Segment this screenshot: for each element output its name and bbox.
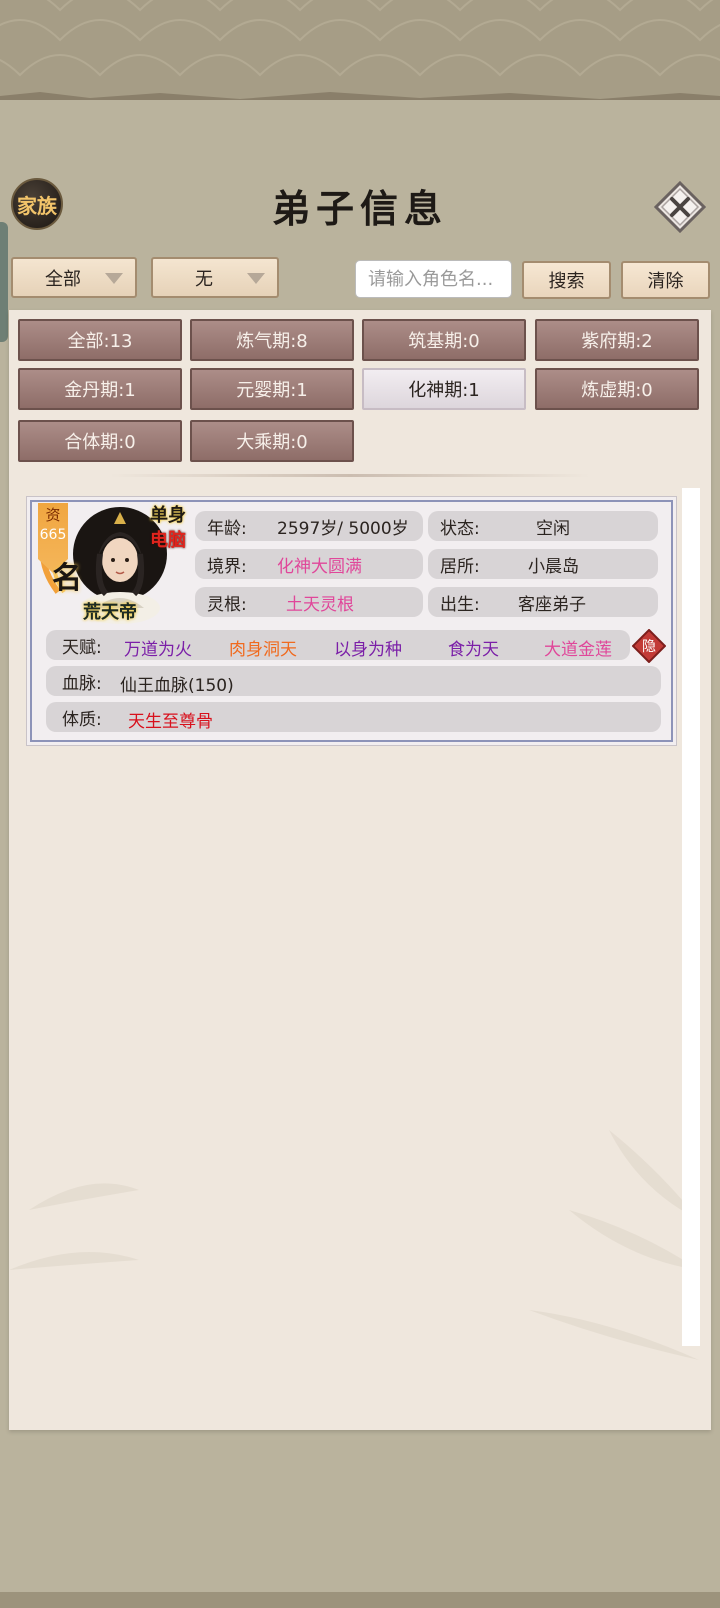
- realm-row: 境界: 化神大圆满: [195, 549, 423, 579]
- status-value: 空闲: [536, 518, 570, 539]
- page-title: 弟子信息: [271, 186, 448, 231]
- subcategory-dropdown[interactable]: 无: [151, 257, 279, 298]
- talent-label: 天赋:: [62, 637, 102, 658]
- residence-row: 居所: 小晨岛: [428, 549, 658, 579]
- tab-heti[interactable]: 合体期:0: [18, 420, 182, 462]
- talent-row: 天赋: 万道为火 肉身洞天 以身为种 食为天 大道金莲: [46, 630, 630, 660]
- status-row: 状态: 空闲: [428, 511, 658, 541]
- bloodline-row: 血脉: 仙王血脉(150): [46, 666, 661, 696]
- tab-zhuji[interactable]: 筑基期:0: [362, 319, 526, 361]
- physique-label: 体质:: [62, 709, 102, 730]
- clear-button[interactable]: 清除: [621, 261, 710, 299]
- age-row: 年龄: 2597岁/ 5000岁: [195, 511, 423, 541]
- tab-dacheng[interactable]: 大乘期:0: [190, 420, 354, 462]
- search-button[interactable]: 搜索: [522, 261, 611, 299]
- realm-value: 化神大圆满: [277, 556, 362, 577]
- close-icon: [653, 180, 707, 234]
- bamboo-watermark: [9, 1130, 699, 1360]
- tab-lianqi[interactable]: 炼气期:8: [190, 319, 354, 361]
- quality-label: 资: [45, 506, 61, 524]
- talent-item[interactable]: 以身为种: [334, 635, 402, 660]
- physique-value: 天生至尊骨: [128, 712, 213, 732]
- talent-item[interactable]: 万道为火: [124, 635, 192, 660]
- root-value: 土天灵根: [286, 594, 354, 615]
- pc-tag: 电脑: [150, 530, 186, 551]
- chevron-down-icon: [105, 273, 123, 284]
- tab-yuanying[interactable]: 元婴期:1: [190, 368, 354, 410]
- residence-value: 小晨岛: [528, 556, 579, 577]
- family-button[interactable]: 家族: [11, 178, 63, 230]
- disciple-panel: [9, 310, 711, 1430]
- fame-mark: 名: [52, 561, 82, 596]
- root-row: 灵根: 土天灵根: [195, 587, 423, 617]
- tab-lianxu[interactable]: 炼虚期:0: [535, 368, 699, 410]
- origin-value: 客座弟子: [518, 594, 586, 615]
- chevron-down-icon: [247, 273, 265, 284]
- status-label: 状态:: [440, 518, 480, 539]
- bloodline-label: 血脉:: [62, 673, 102, 694]
- hide-talent-button[interactable]: 隐: [631, 628, 667, 664]
- divider: [110, 474, 590, 477]
- bloodline-value: 仙王血脉(150): [120, 676, 234, 696]
- origin-label: 出生:: [440, 594, 480, 615]
- tab-huashen[interactable]: 化神期:1: [362, 368, 526, 410]
- talent-item[interactable]: 食为天: [448, 635, 499, 660]
- top-wave-band: [0, 0, 720, 100]
- category-dropdown[interactable]: 全部: [11, 257, 137, 298]
- quality-value: 665: [39, 527, 67, 543]
- close-button[interactable]: [653, 180, 707, 234]
- physique-row: 体质: 天生至尊骨: [46, 702, 661, 732]
- talent-item[interactable]: 肉身洞天: [229, 635, 297, 660]
- search-input[interactable]: [355, 260, 512, 298]
- hide-label: 隐: [642, 639, 656, 655]
- bottom-band: [0, 1592, 720, 1608]
- realm-label: 境界:: [207, 556, 247, 577]
- single-tag: 单身: [150, 505, 186, 526]
- list-scrollbar[interactable]: [682, 488, 700, 1346]
- tab-jindan[interactable]: 金丹期:1: [18, 368, 182, 410]
- residence-label: 居所:: [440, 556, 480, 577]
- origin-row: 出生: 客座弟子: [428, 587, 658, 617]
- age-value: 2597岁/ 5000岁: [277, 518, 409, 539]
- talent-item[interactable]: 大道金莲: [544, 635, 612, 660]
- disciple-name: 荒天帝: [83, 602, 137, 623]
- side-drawer-tab[interactable]: [0, 222, 8, 342]
- tab-all[interactable]: 全部:13: [18, 319, 182, 361]
- age-label: 年龄:: [207, 518, 247, 539]
- root-label: 灵根:: [207, 594, 247, 615]
- tab-zifu[interactable]: 紫府期:2: [535, 319, 699, 361]
